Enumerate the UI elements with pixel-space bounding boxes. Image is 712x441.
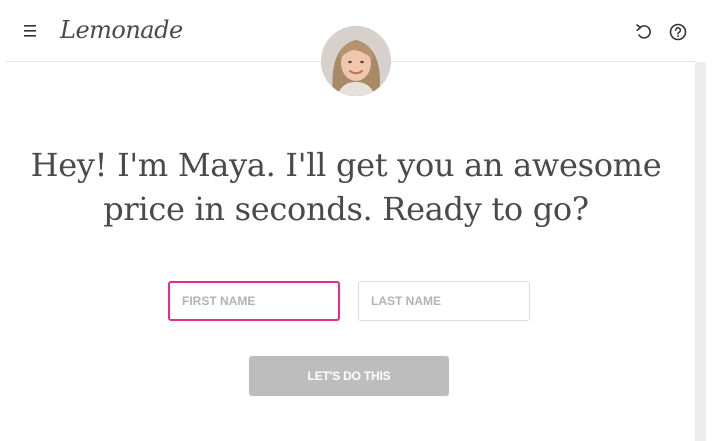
last-name-input[interactable] (358, 281, 530, 321)
first-name-input[interactable] (168, 281, 340, 321)
help-circle-icon[interactable] (668, 22, 688, 42)
lemonade-logo[interactable]: Lemonade (60, 12, 183, 48)
restart-icon[interactable] (634, 22, 654, 42)
hamburger-menu-icon[interactable] (22, 24, 38, 38)
scrollbar[interactable] (695, 62, 706, 441)
avatar-portrait (321, 26, 391, 96)
lets-do-this-button[interactable]: LET'S DO THIS (249, 356, 449, 396)
assistant-avatar (321, 26, 391, 96)
greeting-headline: Hey! I'm Maya. I'll get you an awesome p… (30, 146, 662, 228)
